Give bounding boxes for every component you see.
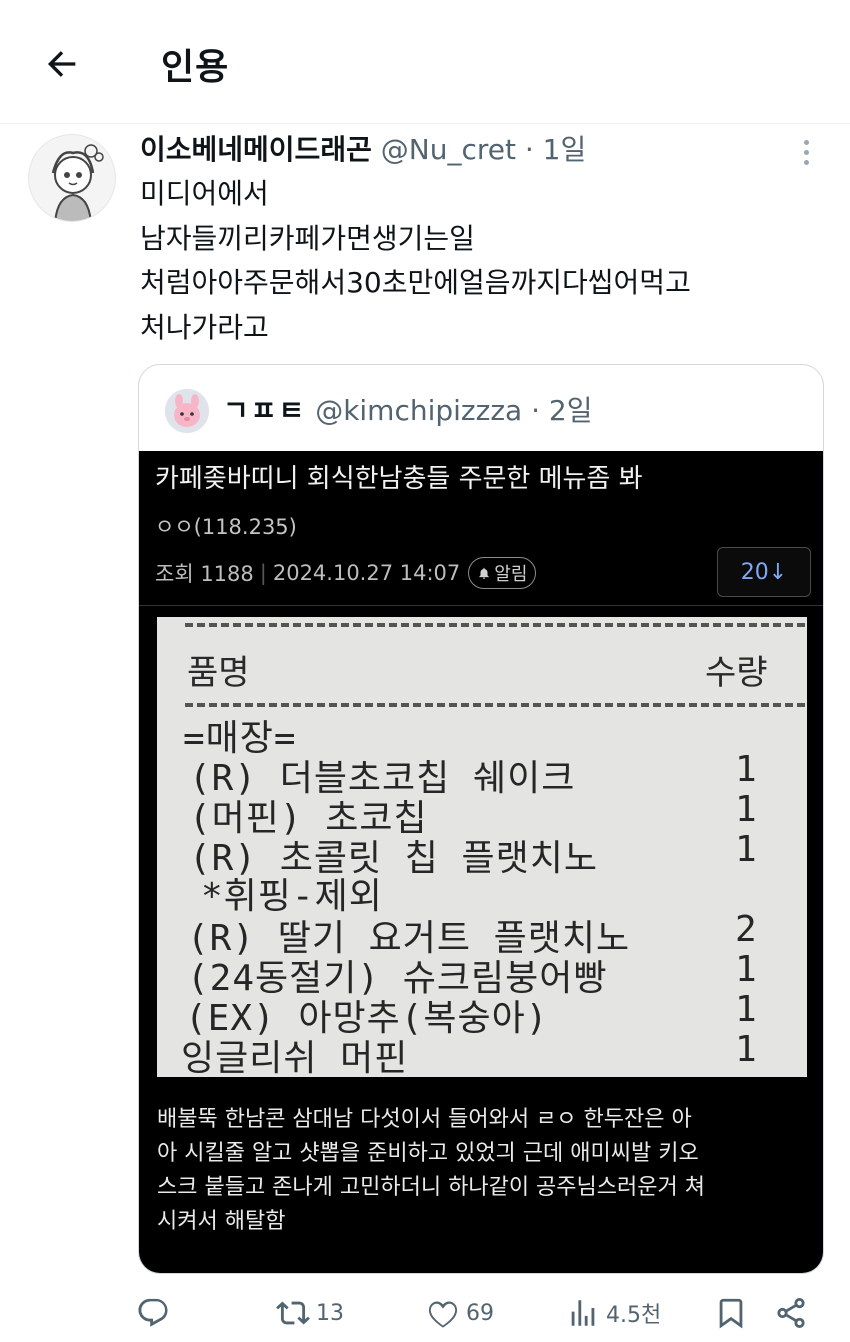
caption-line: 배불뚝 한남콘 삼대남 다섯이서 들어와서 ㄹㅇ 한두잔은 아 — [157, 1107, 692, 1132]
post-meta: 조회 1188 | 2024.10.27 14:07 알림 — [155, 557, 537, 589]
arrow-left-icon — [47, 51, 76, 77]
tweet-header: 이소베네메이드래곤 @Nu_cret · 1일 — [140, 130, 586, 170]
quoted-author-name[interactable]: ㄱㅍㅌ — [223, 394, 306, 427]
post-title: 카페좆바띠니 회식한남충들 주문한 메뉴좀 봐 — [155, 464, 643, 494]
caption-line: 시켜서 해탈함 — [157, 1209, 286, 1234]
more-dot-icon — [803, 149, 809, 155]
alarm-label: 알림 — [494, 564, 528, 585]
caption-line: 스크 붙들고 존나게 고민하더니 하나같이 공주님스러운거 쳐 — [157, 1175, 705, 1200]
receipt-item: 잉글리쉬 머핀 — [181, 1038, 409, 1077]
share-icon — [777, 1297, 805, 1329]
tweet-text-line: 남자들끼리카페가면생기는일 — [140, 221, 475, 255]
back-button[interactable] — [38, 40, 86, 88]
alarm-badge: 알림 — [468, 557, 537, 589]
quoted-tweet-time[interactable]: 2일 — [549, 394, 593, 427]
bell-icon — [479, 567, 489, 579]
retweet-count: 13 — [316, 1300, 344, 1326]
divider — [139, 605, 823, 606]
receipt-dashed-line — [185, 623, 805, 627]
post-views: 조회 1188 — [155, 562, 254, 586]
reply-icon — [138, 1298, 168, 1327]
reply-button[interactable] — [136, 1290, 170, 1336]
meta-separator: | — [259, 561, 267, 585]
comments-count-button: 20↓ — [717, 547, 811, 597]
like-count: 69 — [466, 1300, 494, 1326]
post-date: 2024.10.27 14:07 — [272, 561, 461, 585]
bar-chart-icon — [571, 1300, 595, 1326]
post-caption: 배불뚝 한남콘 삼대남 다섯이서 들어와서 ㄹㅇ 한두잔은 아 아 시킬줄 알고… — [157, 1103, 807, 1239]
heart-icon — [428, 1301, 458, 1328]
retweet-icon — [276, 1301, 310, 1325]
separator-dot: · — [524, 133, 534, 166]
quoted-tweet-card[interactable]: ㄱㅍㅌ @kimchipizzza · 2일 카페좆바띠니 회식한남충들 주문한… — [138, 364, 824, 1274]
more-dot-icon — [803, 159, 809, 165]
receipt-qty: 2 — [735, 909, 757, 950]
page-title: 인용 — [161, 47, 230, 88]
avatar[interactable] — [28, 134, 116, 222]
view-count: 4.5천 — [606, 1303, 662, 1328]
retweet-button[interactable]: 13 — [276, 1290, 344, 1336]
receipt-dashed-line — [185, 703, 805, 707]
avatar-illustration-icon — [29, 135, 115, 221]
quoted-avatar — [165, 389, 209, 433]
receipt-qty: 1 — [735, 829, 757, 870]
caption-line: 아 시킬줄 알고 샷뽑을 준비하고 있었긔 근데 애미씨발 키오 — [157, 1141, 699, 1166]
receipt-photo: 품명 수량 =매장= (R) 더블초코칩 쉐이크 1 (머핀) 초코칩 1 (R… — [157, 617, 807, 1077]
bookmark-button[interactable] — [714, 1290, 748, 1336]
tweet-time[interactable]: 1일 — [543, 133, 587, 166]
tweet-text-line: 처나가라고 — [140, 310, 269, 344]
share-button[interactable] — [774, 1290, 808, 1336]
receipt-qty: 1 — [735, 1029, 757, 1070]
receipt-qty: 1 — [735, 949, 757, 990]
receipt-qty: 1 — [735, 789, 757, 830]
like-button[interactable]: 69 — [426, 1290, 494, 1336]
separator-dot: · — [531, 394, 540, 427]
views-button[interactable]: 4.5천 — [566, 1290, 661, 1336]
more-options-button[interactable] — [790, 134, 822, 170]
receipt-col-qty: 수량 — [705, 653, 768, 693]
tweet-text: 미디어에서 남자들끼리카페가면생기는일 처럼아아주문해서30초만에얼음까지다씹어… — [140, 172, 820, 350]
post-author: ㅇㅇ(118.235) — [155, 515, 297, 539]
receipt-qty: 1 — [735, 989, 757, 1030]
quoted-author-handle[interactable]: @kimchipizzza — [315, 394, 522, 427]
quoted-media-image[interactable]: 카페좆바띠니 회식한남충들 주문한 메뉴좀 봐 ㅇㅇ(118.235) 조회 1… — [139, 451, 823, 1273]
author-handle[interactable]: @Nu_cret — [381, 133, 516, 166]
receipt-qty: 1 — [735, 749, 757, 790]
bookmark-icon — [719, 1298, 743, 1329]
tweet-action-bar: 13 69 4.5천 — [136, 1290, 826, 1336]
tweet-text-line: 처럼아아주문해서30초만에얼음까지다씹어먹고 — [140, 266, 691, 299]
quoted-tweet-header: ㄱㅍㅌ @kimchipizzza · 2일 — [223, 389, 592, 433]
author-name[interactable]: 이소베네메이드래곤 — [140, 133, 372, 166]
pink-character-avatar-icon — [165, 389, 209, 433]
receipt-col-item: 품명 — [187, 653, 250, 693]
more-dot-icon — [803, 139, 809, 145]
tweet-text-line: 미디어에서 — [140, 177, 269, 210]
top-bar: 인용 — [0, 0, 850, 124]
